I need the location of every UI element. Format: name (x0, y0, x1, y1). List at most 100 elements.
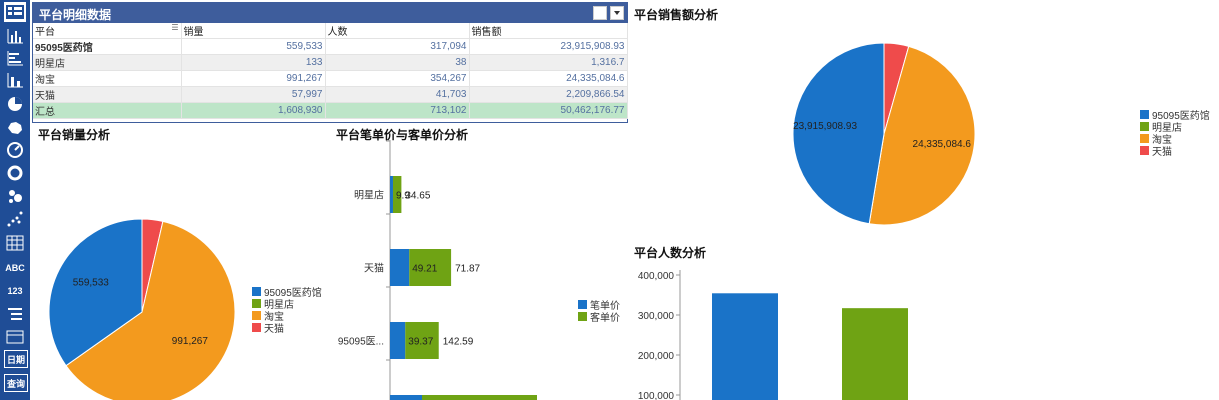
maximize-icon[interactable] (593, 6, 607, 20)
bar-chart-people: 400,000 300,000 200,000 100,000 (638, 270, 908, 400)
stacked-bar-icon[interactable] (4, 70, 26, 90)
legend-item[interactable]: 客单价 (578, 310, 620, 324)
legend-swatch (252, 322, 261, 332)
text-123-icon[interactable]: 123 (4, 281, 26, 301)
legend-swatch (252, 310, 261, 320)
table-row[interactable]: 95095医药馆 559,533 317,094 23,915,908.93 (33, 38, 628, 55)
y-tick-label: 300,000 (638, 311, 675, 322)
table-cell: 133 (181, 54, 326, 71)
table-cell: 713,102 (325, 102, 470, 119)
bubble-chart-icon[interactable] (4, 186, 26, 206)
legend-swatch (1140, 109, 1149, 119)
map-icon[interactable] (4, 118, 26, 138)
legend-item[interactable]: 淘宝 (1140, 132, 1210, 146)
bar-segment (390, 395, 422, 400)
table-total-row[interactable]: 汇总 1,608,930 713,102 50,462,176.77 (33, 102, 628, 119)
table-row[interactable]: 淘宝 991,267 354,267 24,335,084.6 (33, 70, 628, 87)
table-header-row[interactable]: 平台 ☰ 销量 人数 销售额 (33, 23, 628, 39)
table-cell: 38 (325, 54, 470, 71)
legend-swatch (578, 299, 587, 309)
y-tick-label: 200,000 (638, 351, 675, 362)
list-filter-icon[interactable] (4, 304, 26, 324)
table-cell: 1,608,930 (181, 102, 326, 119)
pie-chart-icon[interactable] (4, 94, 26, 114)
total-label: 34.65 (405, 191, 430, 202)
bar-unit-price-legend: 笔单价 客单价 (578, 298, 620, 324)
legend-label: 客单价 (590, 312, 620, 324)
table-cell: 50,462,176.77 (469, 102, 628, 119)
table-cell: 销量 (181, 23, 326, 39)
bar-segment (390, 322, 406, 359)
table-cell: 销售额 (469, 23, 628, 39)
segment-label: 39.37 (408, 337, 433, 348)
chart-toolbar: ABC 123 日期 查询 (0, 0, 30, 400)
cross-table-icon[interactable] (4, 233, 26, 253)
legend-swatch (252, 286, 261, 296)
detail-table-panel: 平台明细数据 平台 ☰ 销量 人数 销售额 95095医药馆 559,533 317,094 2… (32, 2, 628, 123)
bar (842, 308, 908, 400)
table-cell: 淘宝 (33, 70, 182, 87)
legend-swatch (1140, 121, 1149, 131)
bar-segment (390, 176, 393, 213)
table-cell: 57,997 (181, 86, 326, 103)
table-cell: 平台 ☰ (33, 23, 182, 39)
category-label: 95095医... (338, 336, 384, 348)
legend-swatch (1140, 145, 1149, 155)
horizontal-bar-icon[interactable] (4, 48, 26, 68)
pie-chart-amount: 24,335,084.6 23,915,908.93 (792, 42, 976, 226)
pie-slice (792, 42, 885, 225)
text-abc-icon[interactable]: ABC (4, 258, 26, 278)
category-label: 天猫 (364, 262, 384, 275)
table-title: 平台明细数据 (39, 8, 112, 22)
slice-label: 559,533 (73, 277, 110, 288)
table-cell: 41,703 (325, 86, 470, 103)
table-cell: 559,533 (181, 38, 326, 55)
table-cell: 人数 (325, 23, 470, 39)
slice-label: 23,915,908.93 (793, 121, 857, 132)
table-cell: 317,094 (325, 38, 470, 55)
ring-chart-icon[interactable] (4, 163, 26, 183)
legend-item[interactable]: 天猫 (252, 321, 322, 335)
table-icon[interactable] (4, 2, 26, 22)
legend-item[interactable]: 明星店 (1140, 120, 1210, 134)
sort-icon[interactable]: ☰ (171, 23, 178, 32)
table-cell: 95095医药馆 (33, 38, 182, 55)
slice-label: 24,335,084.6 (913, 139, 972, 150)
scatter-plot-icon[interactable] (4, 209, 26, 229)
table-cell: 1,316.7 (469, 54, 628, 71)
segment-label: 49.21 (412, 264, 437, 275)
bar (712, 293, 778, 400)
legend-item[interactable]: 明星店 (252, 297, 322, 311)
legend-swatch (578, 311, 587, 321)
gauge-icon[interactable] (4, 140, 26, 160)
table-panel-header: 平台明细数据 (33, 3, 627, 23)
category-label: 明星店 (354, 189, 384, 202)
pie-amount-legend: 95095医药馆 明星店 淘宝 天猫 (1140, 108, 1210, 158)
pie-volume-legend: 95095医药馆 明星店 淘宝 天猫 (252, 285, 322, 335)
table-cell: 24,335,084.6 (469, 70, 628, 87)
table-cell: 991,267 (181, 70, 326, 87)
table-cell: 明星店 (33, 54, 182, 71)
legend-item[interactable]: 天猫 (1140, 144, 1210, 158)
pie-chart-volume: 991,267 559,533 (48, 218, 236, 400)
chart-title: 平台销售额分析 (634, 8, 719, 22)
table-row[interactable]: 天猫 57,997 41,703 2,209,866.54 (33, 86, 628, 103)
detail-table: 平台 ☰ 销量 人数 销售额 95095医药馆 559,533 317,094 23,915,9… (33, 23, 628, 119)
total-label: 142.59 (443, 337, 474, 348)
legend-swatch (1140, 133, 1149, 143)
y-tick-label: 100,000 (638, 391, 675, 400)
table-cell: 23,915,908.93 (469, 38, 628, 55)
legend-item[interactable]: 淘宝 (252, 309, 322, 323)
slice-label: 991,267 (172, 336, 209, 347)
bar-chart-unit-price: 明星店 9.934.65天猫 49.21 71.8795095医... 39.37 142… (338, 140, 537, 400)
table-cell: 天猫 (33, 86, 182, 103)
legend-label: 天猫 (264, 323, 284, 335)
table-row[interactable]: 明星店 133 38 1,316.7 (33, 54, 628, 71)
date-button[interactable]: 日期 (4, 350, 28, 368)
chart-title: 平台人数分析 (634, 246, 707, 260)
query-button[interactable]: 查询 (4, 374, 28, 392)
bar-chart-icon[interactable] (4, 26, 26, 46)
legend-label: 天猫 (1152, 146, 1172, 158)
calendar-icon[interactable] (4, 327, 26, 347)
dropdown-icon[interactable] (610, 6, 624, 20)
